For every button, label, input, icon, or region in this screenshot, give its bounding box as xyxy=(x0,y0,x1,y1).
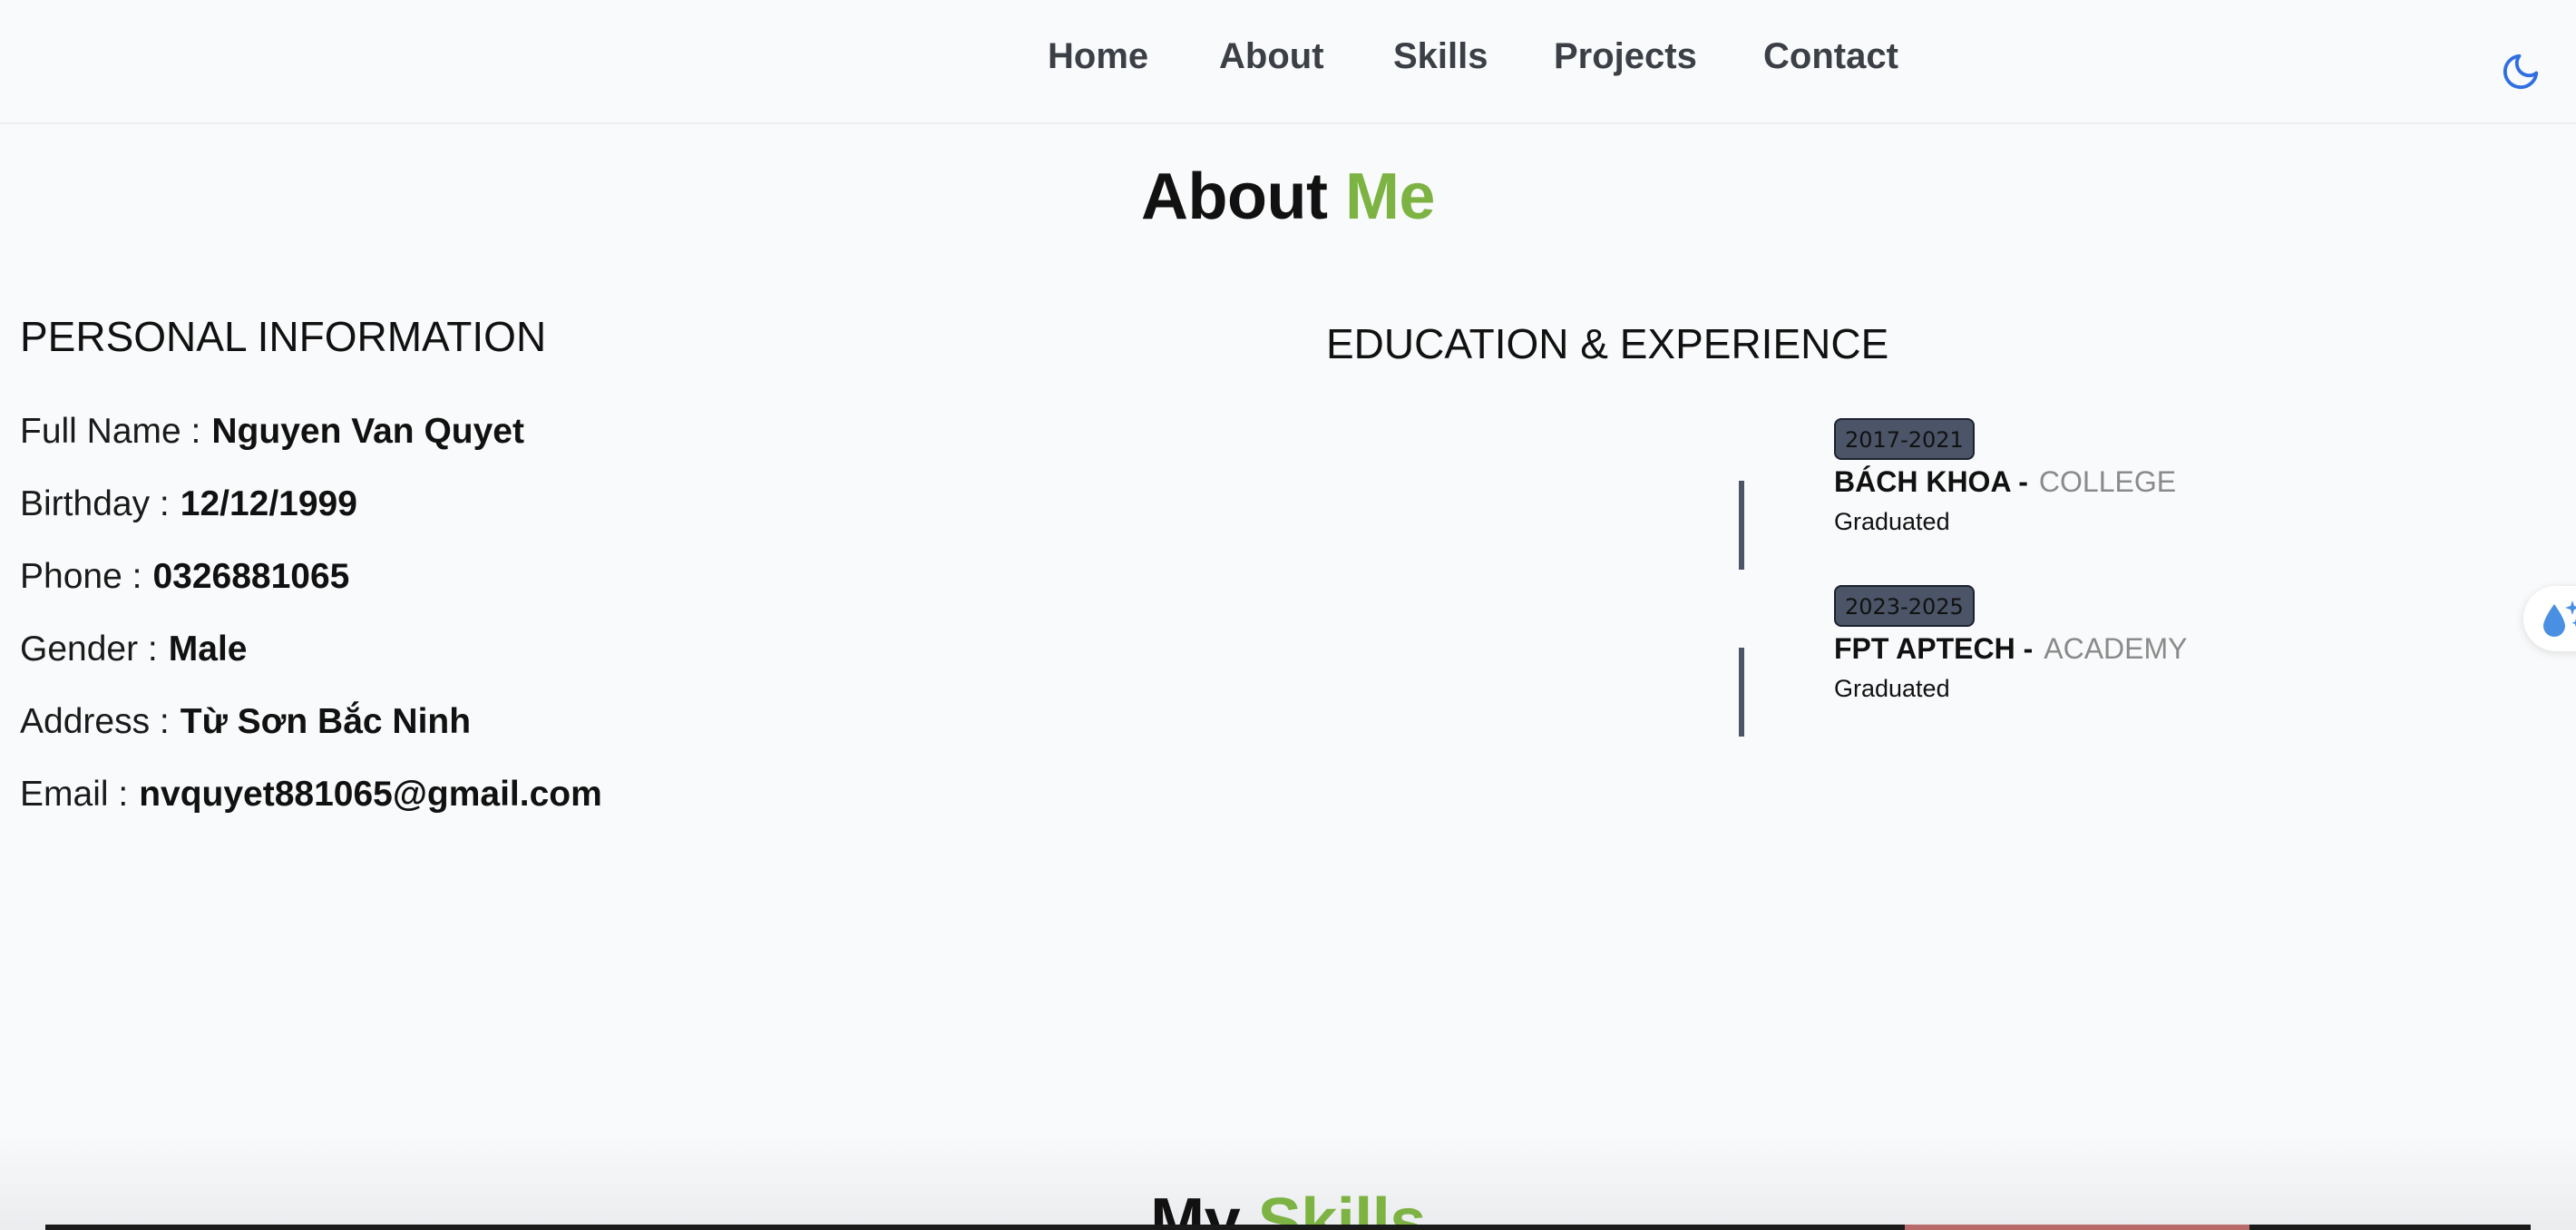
personal-info-heading: PERSONAL INFORMATION xyxy=(20,313,547,360)
info-row-full-name: Full Name : Nguyen Van Quyet xyxy=(20,412,602,484)
info-value: nvquyet881065@gmail.com xyxy=(139,775,602,814)
education-heading: EDUCATION & EXPERIENCE xyxy=(1326,320,1889,367)
page: Home About Skills Projects Contact About… xyxy=(0,0,2576,1230)
info-value: Từ Sơn Bắc Ninh xyxy=(180,702,472,741)
about-title-accent: Me xyxy=(1344,161,1436,233)
about-title: About Me xyxy=(0,160,2576,234)
nav-projects[interactable]: Projects xyxy=(1554,36,1697,77)
info-row-email: Email : nvquyet881065@gmail.com xyxy=(20,775,602,847)
education-school: BÁCH KHOA - COLLEGE xyxy=(1834,465,2176,499)
education-status: Graduated xyxy=(1834,675,1950,702)
nav-skills[interactable]: Skills xyxy=(1393,36,1488,77)
skills-title-accent: Skills xyxy=(1257,1186,1427,1230)
info-label: Birthday : xyxy=(20,484,170,523)
education-item: 2023-2025 FPT APTECH - ACADEMY Graduated xyxy=(1834,585,2188,703)
skills-title-main: My xyxy=(1150,1186,1241,1230)
info-row-phone: Phone : 0326881065 xyxy=(20,557,602,630)
info-row-address: Address : Từ Sơn Bắc Ninh xyxy=(20,702,602,775)
moon-icon xyxy=(2503,54,2539,90)
timeline-bar xyxy=(1739,481,1744,570)
site-header: Home About Skills Projects Contact xyxy=(0,0,2576,124)
education-status: Graduated xyxy=(1834,508,1950,535)
education-item: 2017-2021 BÁCH KHOA - COLLEGE Graduated xyxy=(1834,418,2176,536)
about-title-main: About xyxy=(1141,161,1328,233)
nav-home[interactable]: Home xyxy=(1048,36,1148,77)
info-row-birthday: Birthday : 12/12/1999 xyxy=(20,484,602,557)
info-value: Male xyxy=(168,630,248,669)
education-school: FPT APTECH - ACADEMY xyxy=(1834,632,2188,666)
personal-info-list: Full Name : Nguyen Van Quyet Birthday : 12… xyxy=(20,412,602,847)
education-years-badge: 2017-2021 xyxy=(1834,418,1975,460)
info-label: Phone : xyxy=(20,557,142,596)
nav-about[interactable]: About xyxy=(1219,36,1324,77)
info-label: Address : xyxy=(20,702,170,741)
main-nav: Home About Skills Projects Contact xyxy=(0,36,2576,91)
education-school-name: BÁCH KHOA - xyxy=(1834,465,2028,498)
info-label: Email : xyxy=(20,775,129,814)
floating-widget-button[interactable] xyxy=(2523,586,2576,651)
education-school-name: FPT APTECH - xyxy=(1834,632,2034,665)
theme-toggle-button[interactable] xyxy=(2500,51,2542,93)
info-label: Gender : xyxy=(20,630,158,669)
info-label: Full Name : xyxy=(20,412,201,451)
sparkle-drop-icon xyxy=(2543,600,2576,637)
info-value: 12/12/1999 xyxy=(180,484,357,523)
info-value: 0326881065 xyxy=(152,557,350,596)
education-years-badge: 2023-2025 xyxy=(1834,585,1975,627)
bottom-edge-accent xyxy=(1905,1225,2249,1230)
info-value: Nguyen Van Quyet xyxy=(211,412,524,451)
nav-contact[interactable]: Contact xyxy=(1763,36,1898,77)
education-school-type: ACADEMY xyxy=(2044,632,2188,665)
info-row-gender: Gender : Male xyxy=(20,630,602,702)
education-school-type: COLLEGE xyxy=(2038,465,2177,498)
skills-title: My Skills xyxy=(0,1185,2576,1230)
timeline-bar xyxy=(1739,648,1744,737)
